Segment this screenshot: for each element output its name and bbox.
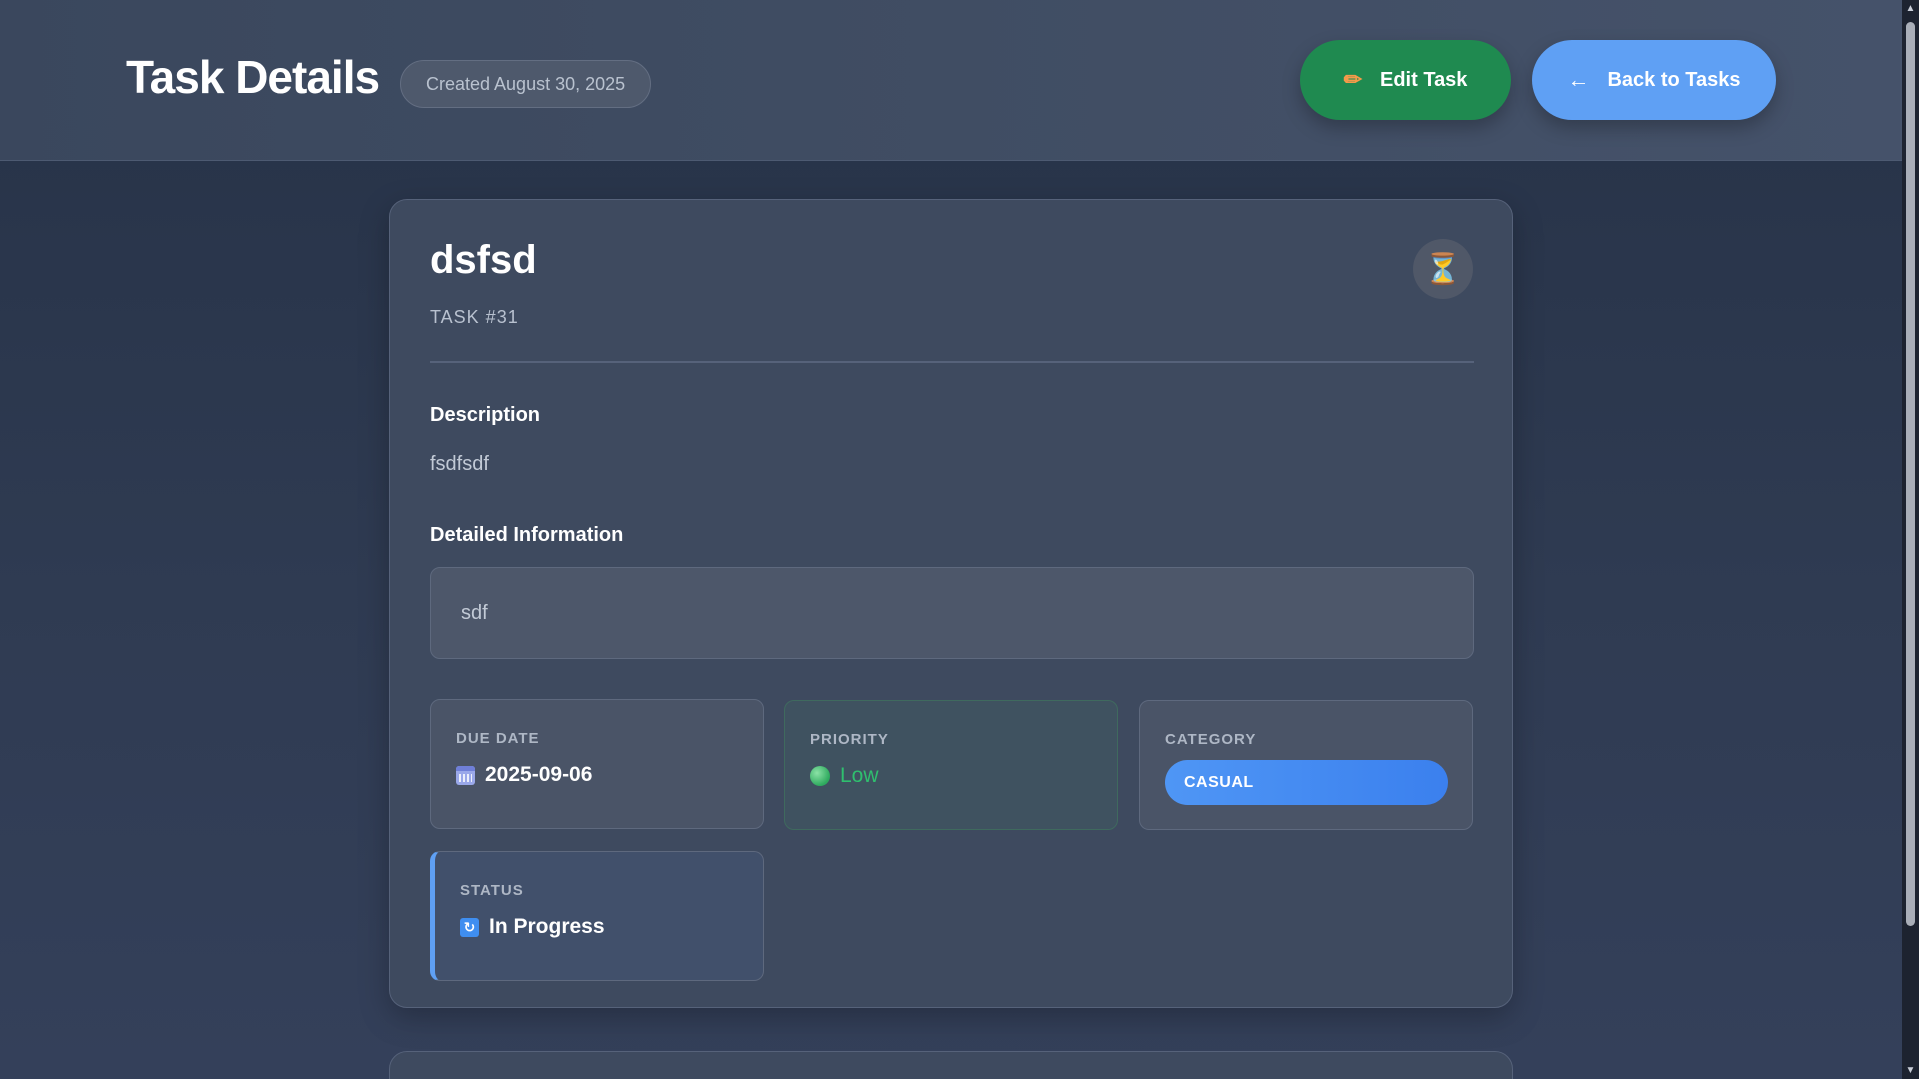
priority-card: PRIORITY Low bbox=[784, 700, 1118, 830]
task-number: TASK #31 bbox=[430, 307, 519, 327]
scrollbar-thumb[interactable] bbox=[1906, 22, 1915, 926]
back-to-tasks-button[interactable]: ← Back to Tasks bbox=[1532, 40, 1776, 120]
scroll-up-arrow-icon[interactable]: ▲ bbox=[1902, 0, 1919, 17]
priority-value: Low bbox=[810, 764, 879, 788]
edit-task-label: Edit Task bbox=[1380, 68, 1468, 91]
description-text: fsdfsdf bbox=[430, 453, 489, 475]
priority-label: PRIORITY bbox=[810, 731, 889, 748]
hourglass-icon: ⏳ bbox=[1413, 239, 1473, 299]
category-label: CATEGORY bbox=[1165, 731, 1257, 748]
detailed-info-box: sdf bbox=[430, 567, 1474, 659]
category-card: CATEGORY CASUAL bbox=[1139, 700, 1473, 830]
page: Task Details Created August 30, 2025 ✏ E… bbox=[0, 0, 1902, 1079]
divider bbox=[430, 361, 1474, 363]
description-heading: Description bbox=[430, 404, 541, 426]
back-to-tasks-label: Back to Tasks bbox=[1607, 68, 1741, 91]
status-text: In Progress bbox=[489, 915, 605, 938]
pencil-icon: ✏ bbox=[1343, 67, 1362, 92]
calendar-icon bbox=[456, 765, 475, 785]
due-date-card: DUE DATE 2025-09-06 bbox=[430, 699, 764, 829]
vertical-scrollbar[interactable]: ▲ ▼ bbox=[1902, 0, 1919, 1079]
status-label: STATUS bbox=[460, 882, 524, 899]
due-date-text: 2025-09-06 bbox=[485, 763, 593, 786]
status-card: STATUS ↻ In Progress bbox=[430, 851, 764, 981]
scroll-down-arrow-icon[interactable]: ▼ bbox=[1902, 1062, 1919, 1079]
secondary-card bbox=[389, 1051, 1513, 1079]
due-date-value: 2025-09-06 bbox=[456, 763, 592, 787]
due-date-label: DUE DATE bbox=[456, 730, 540, 747]
created-date-badge: Created August 30, 2025 bbox=[400, 60, 652, 108]
edit-task-button[interactable]: ✏ Edit Task bbox=[1300, 40, 1511, 120]
detailed-info-heading: Detailed Information bbox=[430, 524, 624, 546]
category-badge: CASUAL bbox=[1165, 760, 1448, 805]
status-value: ↻ In Progress bbox=[460, 915, 605, 939]
priority-text: Low bbox=[840, 764, 879, 787]
task-title: dsfsd bbox=[430, 238, 537, 282]
arrow-left-icon: ← bbox=[1567, 67, 1590, 92]
task-card: dsfsd TASK #31 ⏳ Description fsdfsdf Det… bbox=[389, 199, 1513, 1008]
page-header: Task Details Created August 30, 2025 ✏ E… bbox=[0, 0, 1902, 161]
green-circle-icon bbox=[810, 766, 830, 786]
page-title: Task Details bbox=[126, 51, 380, 103]
refresh-icon: ↻ bbox=[460, 917, 479, 937]
